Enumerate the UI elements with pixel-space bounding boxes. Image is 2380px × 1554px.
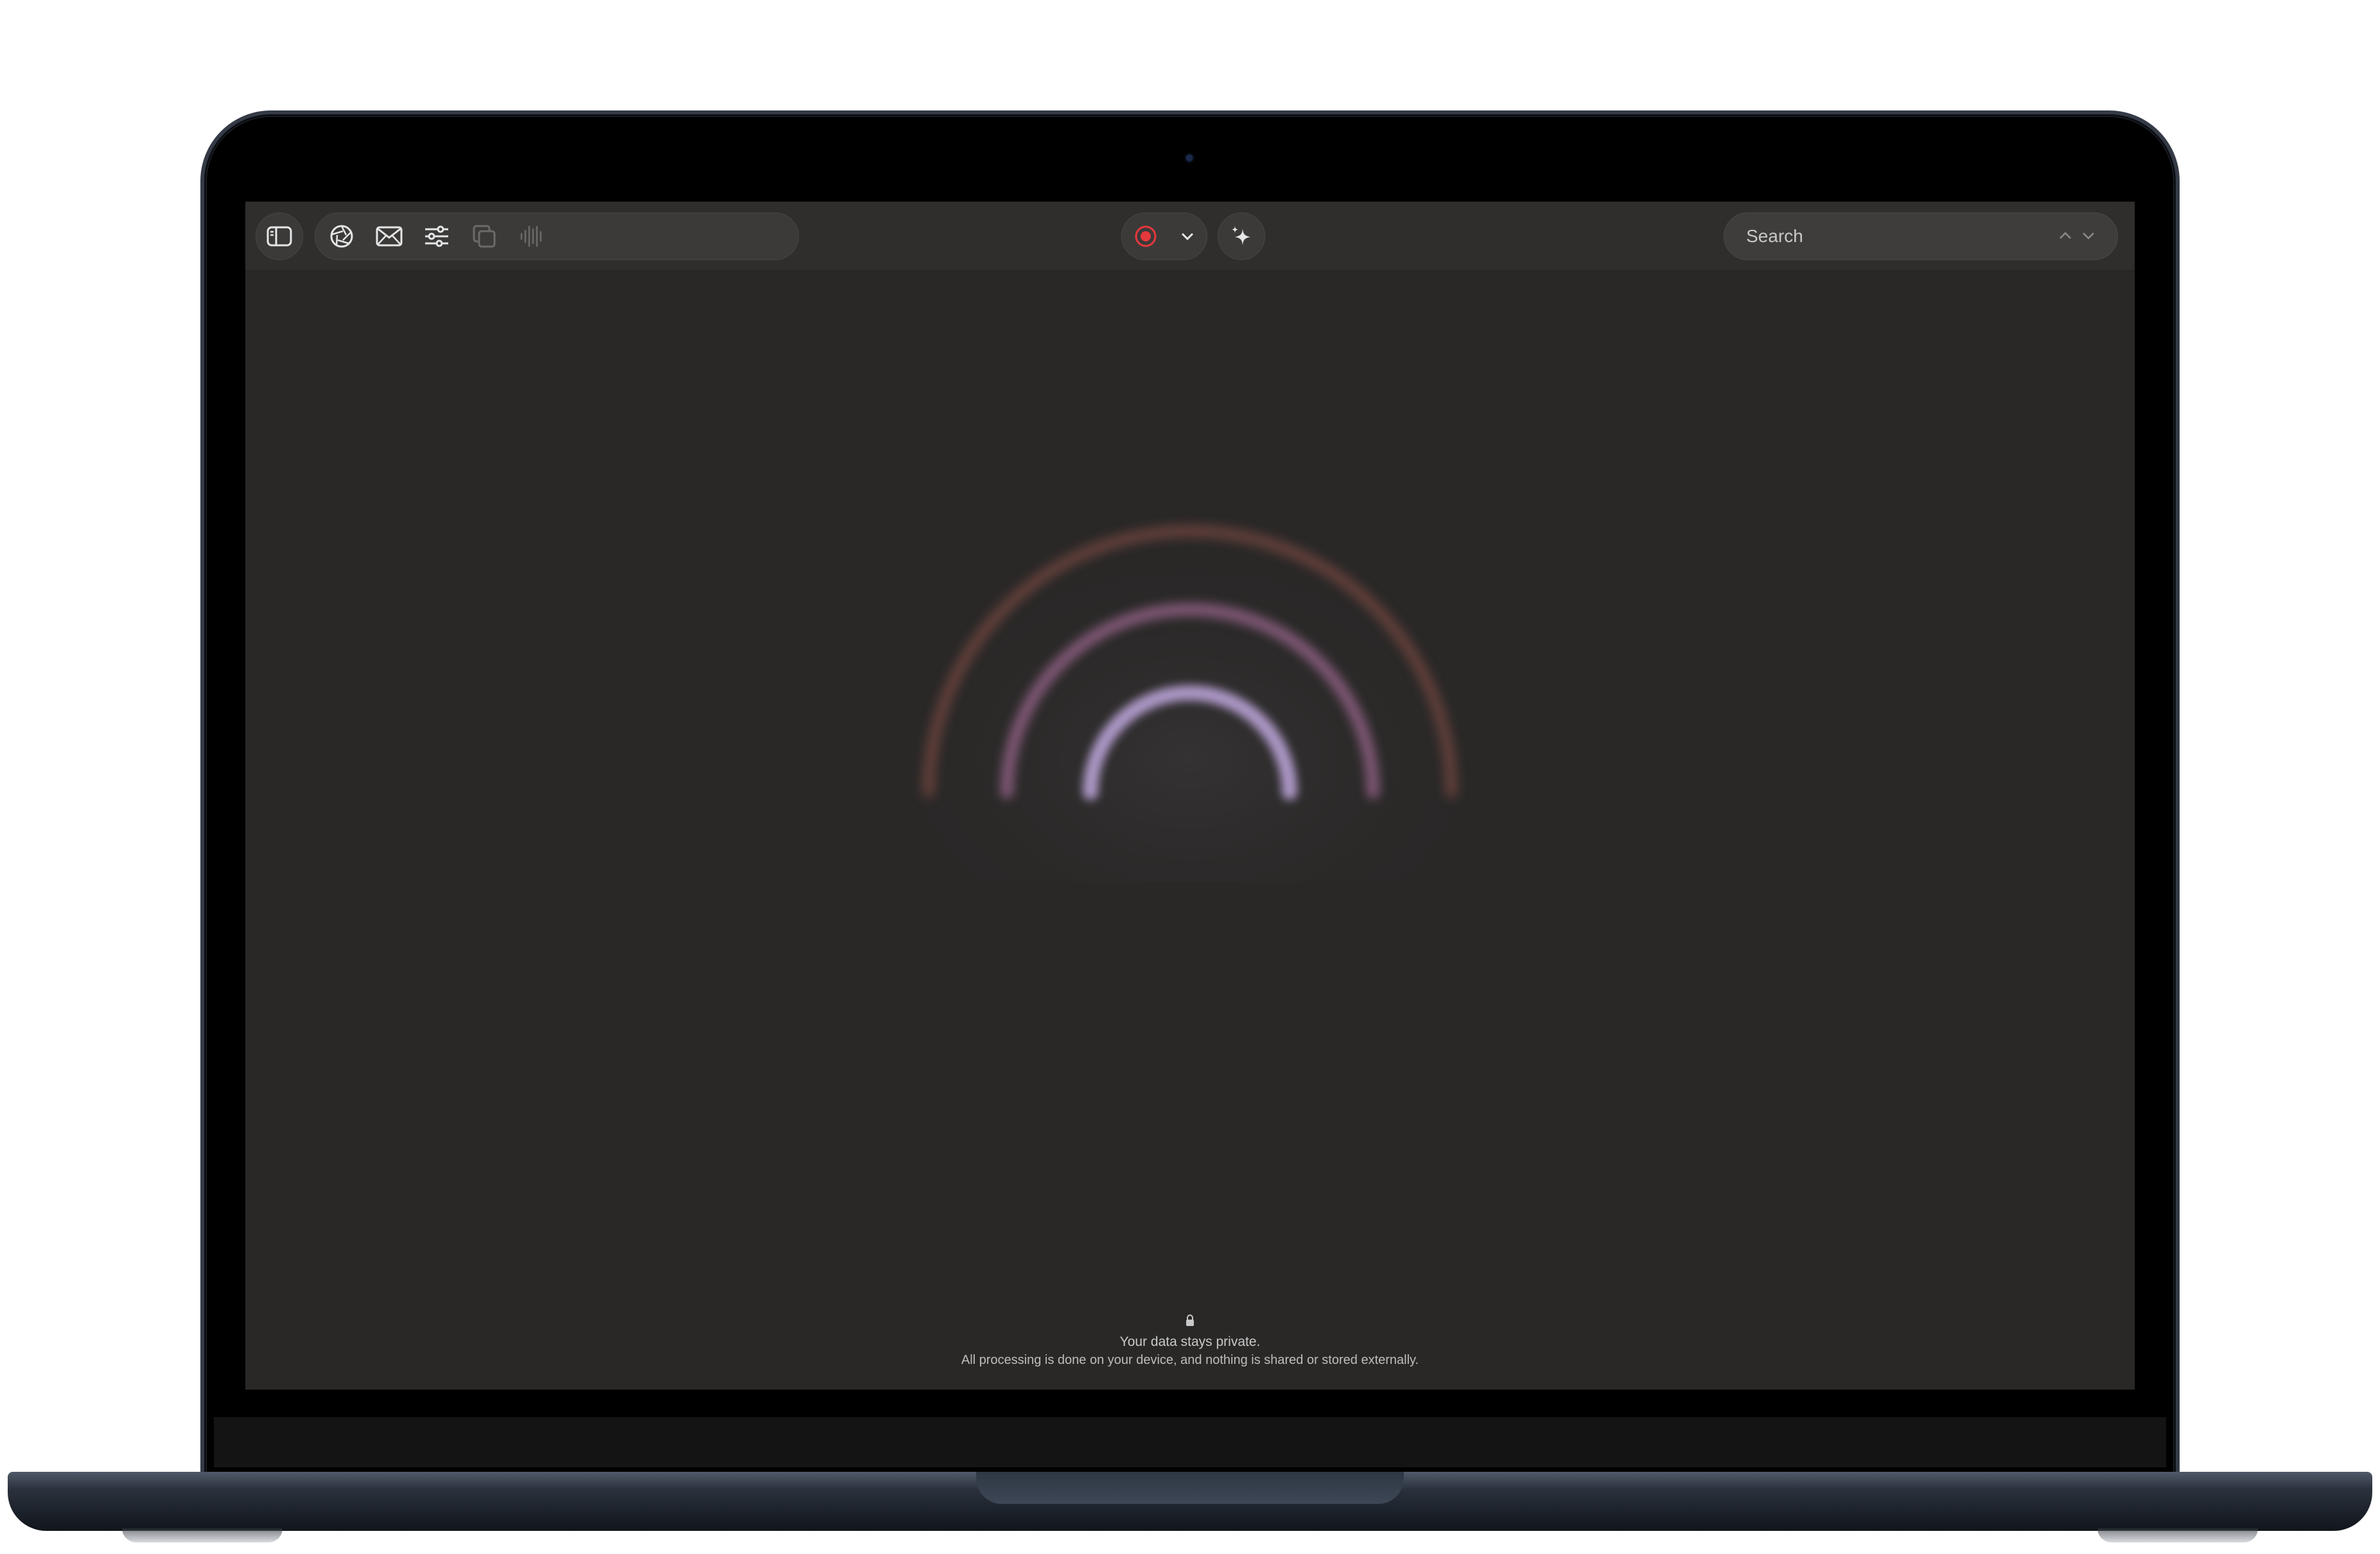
record-control [1121,213,1207,260]
chevron-up-icon [2060,231,2071,239]
mail-icon [376,226,403,247]
search-previous-button[interactable] [2058,231,2072,243]
ai-assist-button[interactable] [1218,213,1265,260]
record-options-dropdown[interactable] [1169,213,1205,260]
waveform-icon [520,225,542,247]
app-window: Your data stays private. All processing … [245,202,2135,1390]
tool-group [315,213,799,260]
settings-sliders-button[interactable] [413,213,460,260]
privacy-description: All processing is done on your device, a… [961,1353,1419,1367]
laptop-foot-right [2097,1528,2258,1542]
sidebar-icon [256,213,302,260]
search-next-button[interactable] [2081,231,2096,243]
chevron-down-icon [2083,232,2094,240]
search-input[interactable] [1746,226,2029,247]
laptop-notch [976,1472,1404,1504]
toolbar [245,202,2135,271]
privacy-notice: Your data stays private. All processing … [245,1314,2135,1369]
copy-button[interactable] [460,213,508,260]
sparkles-icon [1218,213,1264,260]
aperture-button[interactable] [318,213,365,260]
privacy-title: Your data stays private. [1119,1334,1261,1349]
mail-button[interactable] [365,213,413,260]
aperture-icon [330,225,353,248]
copy-icon [473,225,496,248]
listening-waves-graphic [888,471,1492,882]
search-field[interactable] [1724,213,2118,260]
laptop-foot-left [122,1528,283,1542]
sidebar-toggle-button[interactable] [256,213,303,260]
sliders-icon [425,225,448,247]
lock-icon [1186,1314,1194,1326]
laptop-chin [214,1417,2166,1467]
record-button[interactable] [1122,213,1169,260]
search-navigation [2058,213,2096,261]
camera-icon [1186,155,1193,161]
record-icon [1135,225,1157,247]
waveform-button[interactable] [508,213,556,260]
chevron-down-icon [1181,232,1194,241]
